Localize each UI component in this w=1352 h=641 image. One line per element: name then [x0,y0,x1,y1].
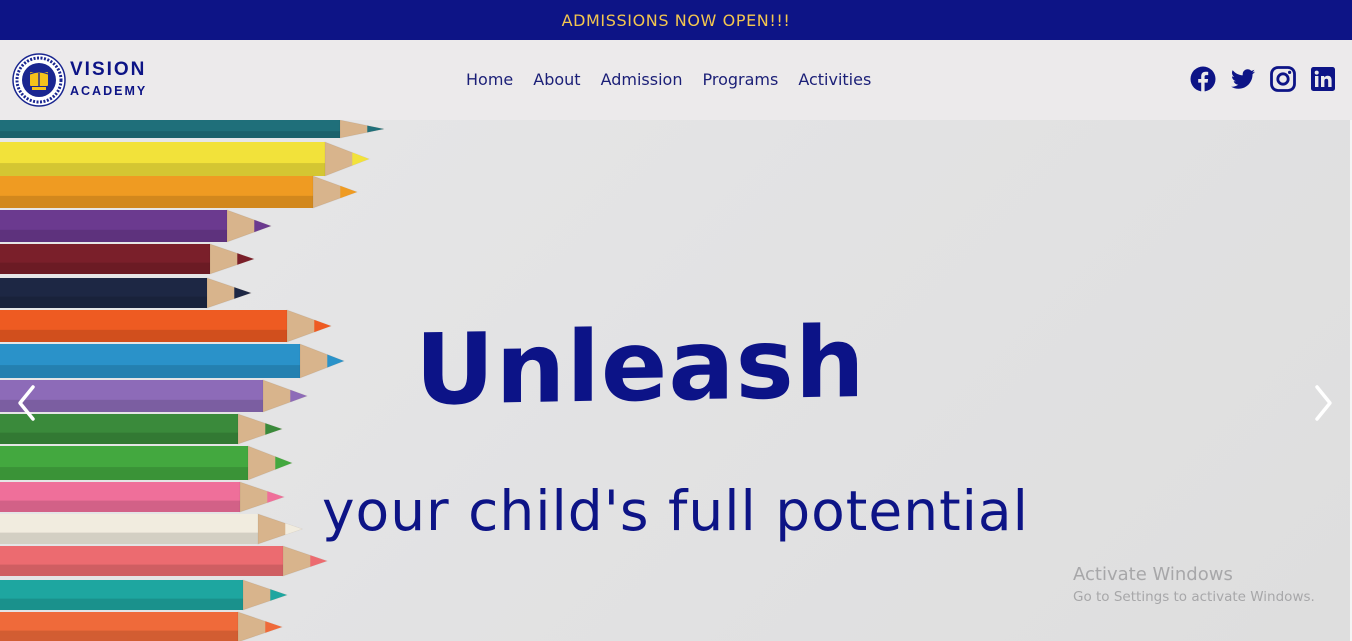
nav-activities[interactable]: Activities [788,68,881,92]
hero-banner: Unleash your child's full potential Acti… [0,120,1350,641]
announcement-text: ADMISSIONS NOW OPEN!!! [561,10,791,30]
pencil [0,379,309,413]
chevron-left-icon[interactable] [14,383,38,423]
watermark-subtitle: Go to Settings to activate Windows. [1073,589,1315,605]
brand-name[interactable]: VISION ACADEMY [70,59,147,101]
twitter-icon[interactable] [1230,66,1256,92]
brand-subtitle: ACADEMY [70,84,148,98]
pencil [0,141,371,177]
pencil [0,209,273,243]
pencil [0,445,294,481]
pencil [0,243,256,275]
brand-title: VISION [70,59,147,80]
nav-admission[interactable]: Admission [591,68,693,92]
nav-about[interactable]: About [523,68,590,92]
pencil [0,611,284,641]
hero-headline: Unleash [415,306,866,428]
nav-home[interactable]: Home [456,68,523,92]
watermark-title: Activate Windows [1073,564,1233,585]
windows-activation-watermark: Activate Windows Go to Settings to activ… [1073,563,1315,607]
instagram-icon[interactable] [1270,66,1296,92]
pencil [0,545,329,577]
facebook-icon[interactable] [1190,66,1216,92]
nav-programs[interactable]: Programs [692,68,788,92]
linkedin-icon[interactable] [1310,66,1336,92]
pencil [0,343,346,379]
hero-subline: your child's full potential [322,479,1029,543]
pencil [0,579,289,611]
site-header: VISION ACADEMY Home About Admission Prog… [0,40,1352,120]
main-nav: Home About Admission Programs Activities [456,68,881,92]
pencil [0,120,385,139]
pencil [0,277,253,309]
pencil [0,175,359,209]
academy-logo[interactable] [12,53,66,107]
pencil [0,481,286,513]
chevron-right-icon[interactable] [1312,383,1336,423]
pencil [0,413,284,445]
social-links [1190,66,1336,92]
pencil [0,309,333,343]
announcement-bar: ADMISSIONS NOW OPEN!!! [0,0,1352,40]
colored-pencils-image [0,120,385,641]
pencil [0,513,304,545]
